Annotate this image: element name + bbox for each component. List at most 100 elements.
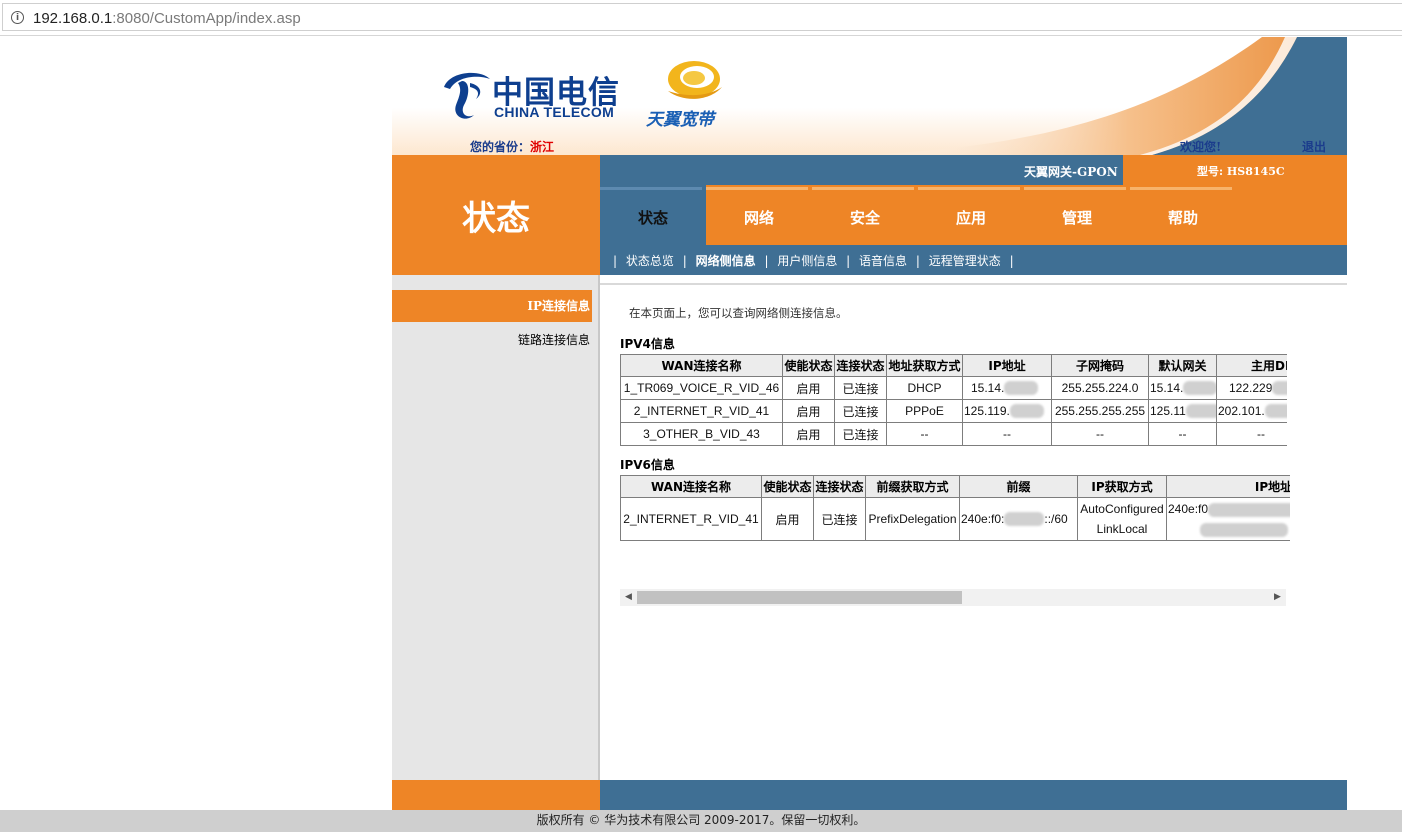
col-header: 地址获取方式 <box>886 354 963 377</box>
col-header: 子网掩码 <box>1051 354 1149 377</box>
table-cell: 122.229 <box>1216 376 1287 400</box>
col-header: 使能状态 <box>761 475 814 498</box>
tab-security[interactable]: 安全 <box>812 185 918 245</box>
subnav-user-info[interactable]: 用户侧信息 <box>777 254 837 268</box>
table-cell: 240e:f0:::/60 <box>959 497 1078 541</box>
browser-address-bar: i 192.168.0.1:8080/CustomApp/index.asp <box>0 0 1402 36</box>
prefix-suffix: ::/60 <box>1044 511 1068 526</box>
sub-nav: | 状态总览 | 网络侧信息 | 用户侧信息 | 语音信息 | 远程管理状态 | <box>600 245 1347 275</box>
tab-label: 管理 <box>1061 209 1092 227</box>
url-host: 192.168.0.1 <box>33 10 113 27</box>
table-cell: 255.255.224.0 <box>1051 376 1149 400</box>
table-header-row: WAN连接名称 使能状态 连接状态 前缀获取方式 前缀 IP获取方式 IP地址 <box>620 475 1290 498</box>
subnav-voice-info[interactable]: 语音信息 <box>859 254 907 268</box>
ipv4-table: WAN连接名称 使能状态 连接状态 地址获取方式 IP地址 子网掩码 默认网关 … <box>620 354 1287 446</box>
scroll-right-icon[interactable]: ▶ <box>1269 589 1286 606</box>
content-divider <box>600 283 1347 285</box>
tab-label: 状态 <box>637 209 668 227</box>
table-cell: AutoConfigured LinkLocal <box>1077 497 1167 541</box>
table-cell: PrefixDelegation <box>865 497 960 541</box>
table-cell: DHCP <box>886 376 963 400</box>
gateway-text: 125.11 <box>1150 403 1186 418</box>
redaction-blur <box>1009 404 1044 419</box>
gateway-name: 天翼网关-GPON <box>1024 165 1118 179</box>
subnav-status-overview[interactable]: 状态总览 <box>626 254 674 268</box>
url-text[interactable]: 192.168.0.1:8080/CustomApp/index.asp <box>33 10 301 27</box>
table-cell: 15.14. <box>962 376 1052 400</box>
table-cell: 202.101. <box>1216 399 1287 423</box>
horizontal-scrollbar[interactable]: ◀ ▶ <box>620 589 1286 606</box>
logout-link[interactable]: 退出 <box>1302 138 1326 155</box>
url-field[interactable]: i 192.168.0.1:8080/CustomApp/index.asp <box>2 3 1402 31</box>
tab-application[interactable]: 应用 <box>918 185 1024 245</box>
table-cell: 15.14. <box>1148 376 1217 400</box>
section-title: 状态 <box>462 199 530 239</box>
separator: | <box>915 254 920 268</box>
redaction-blur <box>1004 512 1045 527</box>
tab-label: 安全 <box>849 209 880 227</box>
dns-text: 122.229 <box>1229 380 1273 395</box>
dns-text: 202.101. <box>1218 403 1265 418</box>
tab-label: 帮助 <box>1167 209 1198 227</box>
china-telecom-logo-icon <box>444 72 490 119</box>
ipv4-table-wrap: WAN连接名称 使能状态 连接状态 地址获取方式 IP地址 子网掩码 默认网关 … <box>620 354 1287 446</box>
redaction-blur <box>1183 381 1216 396</box>
redaction-blur <box>1004 381 1039 396</box>
col-header: IP地址 <box>962 354 1052 377</box>
redaction-blur <box>1272 381 1287 396</box>
table-cell: 启用 <box>761 497 814 541</box>
router-page: 中国电信 CHINA TELECOM 天翼宽带 您的省份：浙江 欢迎您! 退出 … <box>392 37 1347 810</box>
table-cell: 已连接 <box>834 422 887 446</box>
table-cell: 255.255.255.255 <box>1051 399 1149 423</box>
subnav-remote-mgmt[interactable]: 远程管理状态 <box>929 254 1001 268</box>
tab-label: 网络 <box>743 209 774 227</box>
table-cell: 1_TR069_VOICE_R_VID_46 <box>620 376 783 400</box>
table-cell: 已连接 <box>834 376 887 400</box>
main-nav: 状态 网络 安全 应用 管理 帮助 <box>600 185 1347 245</box>
leftmenu-ip-connection[interactable]: IP连接信息 <box>392 290 592 322</box>
redaction-blur <box>1264 404 1287 419</box>
section-title-box: 状态 <box>392 155 600 275</box>
info-icon[interactable]: i <box>11 11 24 24</box>
subnav-network-info[interactable]: 网络侧信息 <box>696 254 756 268</box>
table-row: 3_OTHER_B_VID_43 启用 已连接 -- -- -- -- -- <box>620 422 1287 446</box>
col-header: 前缀获取方式 <box>865 475 960 498</box>
table-cell: 2_INTERNET_R_VID_41 <box>620 399 783 423</box>
separator: | <box>613 254 618 268</box>
tab-help[interactable]: 帮助 <box>1130 185 1236 245</box>
leftmenu-link-connection[interactable]: 链路连接信息 <box>392 324 592 356</box>
col-header: 连接状态 <box>834 354 887 377</box>
table-cell: 125.119. <box>962 399 1052 423</box>
table-cell: 启用 <box>782 422 835 446</box>
table-cell: -- <box>962 422 1052 446</box>
col-header: 默认网关 <box>1148 354 1217 377</box>
table-cell: 已连接 <box>813 497 866 541</box>
scroll-left-icon[interactable]: ◀ <box>620 589 637 606</box>
table-cell: -- <box>1148 422 1217 446</box>
separator: | <box>1009 254 1014 268</box>
table-cell: 240e:f0 <box>1166 497 1290 541</box>
page-description: 在本页面上，您可以查询网络侧连接信息。 <box>629 306 848 320</box>
table-row: 2_INTERNET_R_VID_41 启用 已连接 PrefixDelegat… <box>620 497 1290 541</box>
ipv6-title: IPV6信息 <box>620 458 675 472</box>
ip-text: 15.14. <box>971 380 1005 395</box>
tab-management[interactable]: 管理 <box>1024 185 1130 245</box>
prefix-text: 240e:f0: <box>961 511 1005 526</box>
table-cell: 启用 <box>782 376 835 400</box>
table-cell: -- <box>1216 422 1287 446</box>
ipv4-title: IPV4信息 <box>620 337 675 351</box>
col-header: 主用DNS <box>1216 354 1287 377</box>
table-cell: 3_OTHER_B_VID_43 <box>620 422 783 446</box>
table-cell: PPPoE <box>886 399 963 423</box>
copyright-footer: 版权所有 © 华为技术有限公司 2009-2017。保留一切权利。 <box>0 810 1402 832</box>
col-header: IP地址 <box>1166 475 1290 498</box>
scrollbar-thumb[interactable] <box>637 591 962 604</box>
tab-status[interactable]: 状态 <box>600 185 706 245</box>
redaction-blur <box>1200 522 1288 537</box>
brand-name-en: CHINA TELECOM <box>494 104 615 120</box>
col-header: 前缀 <box>959 475 1078 498</box>
tab-network[interactable]: 网络 <box>706 185 812 245</box>
table-cell: 启用 <box>782 399 835 423</box>
ip-text: 125.119. <box>964 403 1010 418</box>
province-info: 您的省份：浙江 <box>470 138 554 155</box>
